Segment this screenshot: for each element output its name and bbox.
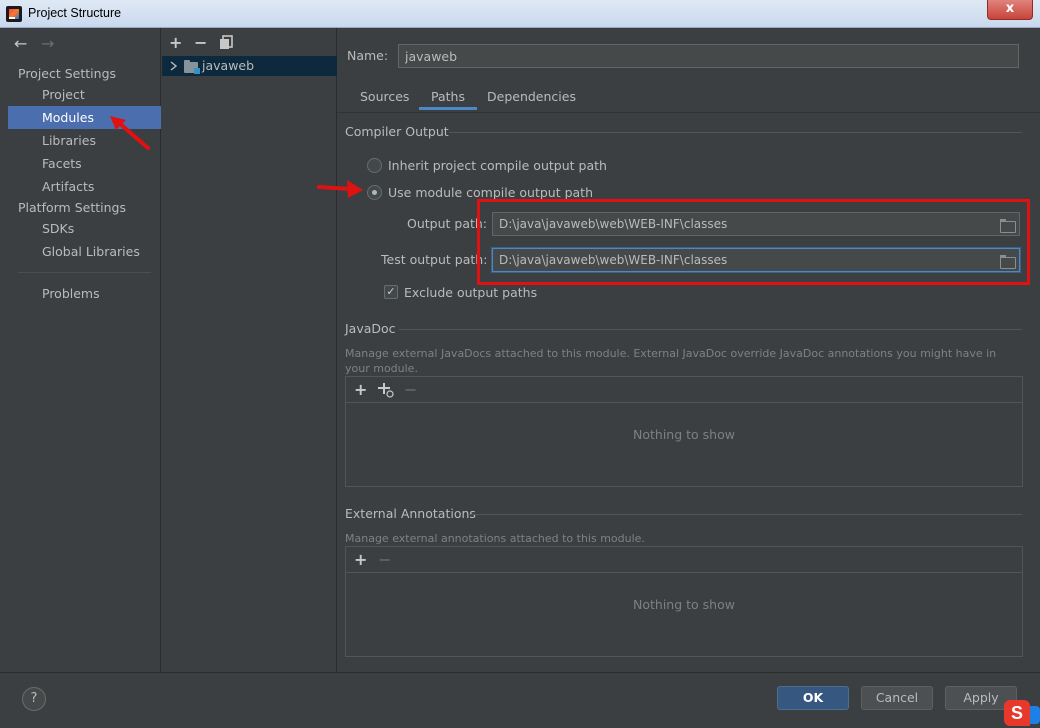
nav-item-global-libraries[interactable]: Global Libraries <box>8 240 161 263</box>
tree-item-javaweb[interactable]: javaweb <box>162 56 337 76</box>
settings-nav-panel: ← → Project Settings Project Modules Lib… <box>8 28 161 672</box>
javadoc-description: Manage external JavaDocs attached to thi… <box>345 347 997 375</box>
name-label: Name: <box>347 48 389 63</box>
javadoc-separator <box>399 329 1022 330</box>
external-annotations-list: + − Nothing to show <box>345 546 1023 657</box>
window-title: Project Structure <box>28 6 122 20</box>
tab-paths[interactable]: Paths <box>419 84 477 110</box>
help-button[interactable]: ? <box>22 687 46 711</box>
javadoc-list: + − Nothing to show <box>345 376 1023 487</box>
red-annotation-arrow-radio <box>317 180 363 198</box>
nav-item-problems[interactable]: Problems <box>8 282 161 305</box>
tab-dependencies[interactable]: Dependencies <box>475 84 588 110</box>
module-settings-content: Name: Sources Paths Dependencies Compile… <box>317 28 1040 672</box>
nav-item-project[interactable]: Project <box>8 83 161 106</box>
external-annotations-title: External Annotations <box>345 506 476 521</box>
forward-arrow-icon[interactable]: → <box>41 34 54 53</box>
remove-module-icon[interactable]: − <box>194 35 207 51</box>
javadoc-title: JavaDoc <box>345 321 396 336</box>
javadoc-list-toolbar: + − <box>346 377 1022 403</box>
red-annotation-box-paths <box>477 199 1030 285</box>
add-annotation-icon[interactable]: + <box>354 552 367 568</box>
compiler-output-separator <box>449 132 1022 133</box>
use-module-output-radio[interactable] <box>367 185 382 200</box>
inherit-output-radio[interactable] <box>367 158 382 173</box>
external-annotations-description: Manage external annotations attached to … <box>345 532 645 545</box>
copy-module-icon[interactable] <box>219 35 233 50</box>
remove-javadoc-icon[interactable]: − <box>404 382 417 398</box>
back-arrow-icon[interactable]: ← <box>14 34 27 53</box>
external-annotations-empty-text: Nothing to show <box>633 597 735 612</box>
output-path-label: Output path: <box>407 216 488 231</box>
nav-item-facets[interactable]: Facets <box>8 152 161 175</box>
sogou-ime-tail-icon <box>1030 706 1040 724</box>
remove-annotation-icon[interactable]: − <box>378 552 391 568</box>
module-name-input[interactable] <box>398 44 1019 68</box>
module-tree-panel: + − javaweb <box>162 28 337 672</box>
intellij-app-icon <box>6 6 22 22</box>
platform-settings-header: Platform Settings <box>18 200 126 215</box>
nav-divider <box>18 272 151 273</box>
javadoc-empty-text: Nothing to show <box>633 427 735 442</box>
test-output-path-label: Test output path: <box>381 252 488 267</box>
red-annotation-arrow-modules <box>110 116 150 150</box>
project-settings-header: Project Settings <box>18 66 117 81</box>
dialog-button-bar: ? OK Cancel Apply <box>0 672 1040 728</box>
external-annotations-separator <box>469 514 1022 515</box>
external-annotations-list-toolbar: + − <box>346 547 1022 573</box>
use-module-output-label: Use module compile output path <box>388 185 594 200</box>
module-name-label: javaweb <box>202 58 255 73</box>
add-javadoc-url-icon[interactable] <box>378 382 394 398</box>
window-title-bar[interactable]: Project Structure x <box>0 0 1040 28</box>
cancel-button[interactable]: Cancel <box>861 686 933 710</box>
tabs-divider <box>337 112 1040 113</box>
chevron-right-icon[interactable] <box>170 61 178 71</box>
add-module-icon[interactable]: + <box>169 35 182 51</box>
add-javadoc-icon[interactable]: + <box>354 382 367 398</box>
window-close-button[interactable]: x <box>987 0 1033 20</box>
ok-button[interactable]: OK <box>777 686 849 710</box>
inherit-output-label: Inherit project compile output path <box>388 158 607 173</box>
module-folder-icon <box>184 60 200 74</box>
exclude-output-label: Exclude output paths <box>404 285 538 300</box>
sogou-ime-icon[interactable]: S <box>1004 700 1030 726</box>
nav-item-sdks[interactable]: SDKs <box>8 217 161 240</box>
nav-item-artifacts[interactable]: Artifacts <box>8 175 161 198</box>
exclude-output-checkbox[interactable]: ✓ <box>384 285 398 299</box>
compiler-output-title: Compiler Output <box>345 124 449 139</box>
tab-sources[interactable]: Sources <box>348 84 421 110</box>
